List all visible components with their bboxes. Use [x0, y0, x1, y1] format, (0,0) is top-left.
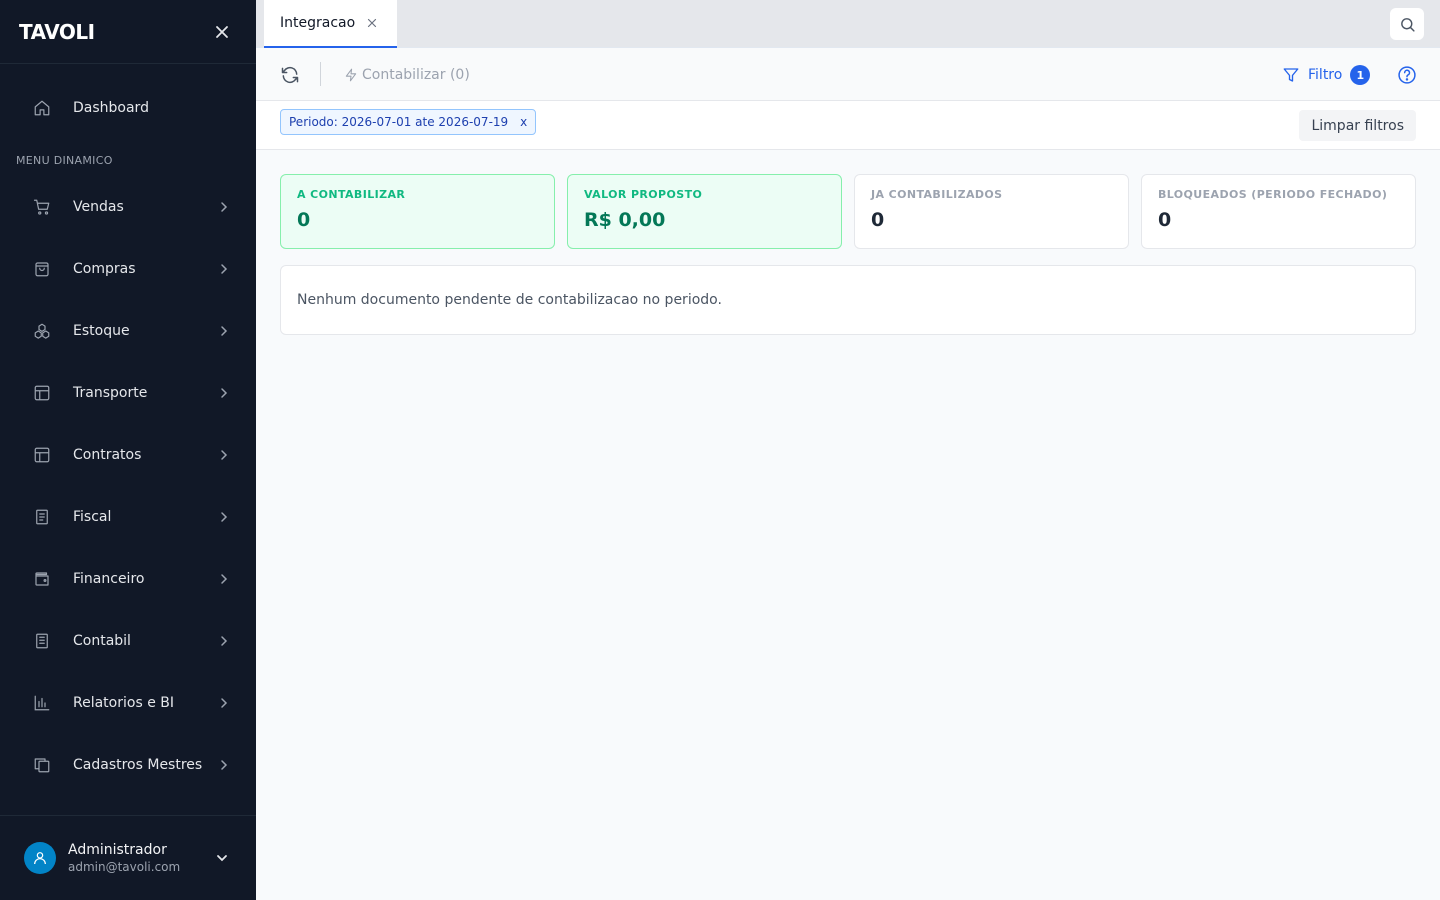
toolbar: Contabilizar (0) Filtro 1 — [256, 48, 1440, 101]
clear-filters-button[interactable]: Limpar filtros — [1299, 110, 1416, 141]
user-info: Administrador admin@tavoli.com — [68, 841, 212, 875]
filter-chip-periodo: Periodo: 2026-07-01 ate 2026-07-19 x — [280, 109, 537, 135]
user-name: Administrador — [68, 842, 167, 858]
cart-icon — [32, 197, 52, 217]
card-value: R$ 0,00 — [584, 209, 666, 231]
filter-chip-remove-button[interactable]: x — [520, 115, 527, 129]
sidebar-item-estoque[interactable]: Estoque — [16, 309, 240, 353]
close-icon — [368, 18, 377, 28]
card-label: A CONTABILIZAR — [297, 188, 406, 201]
help-icon — [1398, 66, 1416, 84]
tab-close-button[interactable] — [365, 16, 379, 30]
sidebar-item-label: Relatorios e BI — [73, 695, 174, 711]
copy-icon — [32, 755, 52, 775]
card-value: 0 — [871, 209, 885, 231]
contabilizar-button[interactable]: Contabilizar (0) — [344, 63, 470, 87]
sidebar-item-compras[interactable]: Compras — [16, 247, 240, 291]
card-value: 0 — [297, 209, 311, 231]
chevron-right-icon — [216, 695, 232, 711]
sidebar-item-relatorios[interactable]: Relatorios e BI — [16, 681, 240, 725]
sidebar-item-label: Financeiro — [73, 571, 145, 587]
receipt-icon — [32, 507, 52, 527]
sidebar-item-label: Contratos — [73, 447, 142, 463]
user-menu-toggle[interactable] — [212, 848, 232, 868]
layout-icon — [32, 383, 52, 403]
avatar — [24, 842, 56, 874]
sidebar-item-transporte[interactable]: Transporte — [16, 371, 240, 415]
card-ja-contabilizados: JA CONTABILIZADOS 0 — [854, 174, 1129, 249]
user-icon — [34, 852, 46, 865]
chevron-right-icon — [216, 323, 232, 339]
card-label: BLOQUEADOS (PERIODO FECHADO) — [1158, 188, 1388, 201]
app-logo: TAVOLI — [19, 19, 95, 44]
chevron-right-icon — [216, 509, 232, 525]
chevron-down-icon — [217, 855, 227, 862]
sidebar-item-cadastros[interactable]: Cadastros Mestres — [16, 743, 240, 787]
chevron-right-icon — [216, 571, 232, 587]
card-bloqueados: BLOQUEADOS (PERIODO FECHADO) 0 — [1141, 174, 1416, 249]
layout-icon — [32, 445, 52, 465]
home-icon — [32, 98, 52, 118]
chevron-right-icon — [216, 447, 232, 463]
sidebar-item-label: Contabil — [73, 633, 131, 649]
filter-button[interactable]: Filtro 1 — [1282, 62, 1371, 88]
sidebar-item-label: Dashboard — [73, 100, 149, 116]
sidebar-item-contabil[interactable]: Contabil — [16, 619, 240, 663]
card-valor-proposto: VALOR PROPOSTO R$ 0,00 — [567, 174, 842, 249]
sidebar: TAVOLI Dashboard MENU DINAMICO Vendas Co… — [0, 0, 256, 900]
sidebar-item-contratos[interactable]: Contratos — [16, 433, 240, 477]
sidebar-item-label: Cadastros Mestres — [73, 757, 203, 773]
active-filters-bar: Periodo: 2026-07-01 ate 2026-07-19 x Lim… — [256, 101, 1440, 150]
sidebar-item-vendas[interactable]: Vendas — [16, 185, 240, 229]
close-icon — [216, 25, 228, 38]
tab-label: Integracao — [280, 15, 356, 31]
user-email: admin@tavoli.com — [68, 860, 181, 874]
chevron-right-icon — [216, 199, 232, 215]
tab-bar: Integracao — [256, 0, 1440, 48]
sidebar-item-dashboard[interactable]: Dashboard — [16, 86, 240, 130]
sidebar-item-label: Vendas — [73, 199, 124, 215]
summary-cards: A CONTABILIZAR 0 VALOR PROPOSTO R$ 0,00 … — [280, 174, 1416, 249]
sidebar-item-fiscal[interactable]: Fiscal — [16, 495, 240, 539]
shopping-bag-icon — [32, 259, 52, 279]
filter-count-badge: 1 — [1350, 65, 1371, 85]
filter-label: Filtro — [1308, 67, 1343, 83]
toolbar-divider — [320, 62, 321, 86]
chevron-right-icon — [216, 757, 232, 773]
sidebar-item-label: Fiscal — [73, 509, 112, 525]
bar-chart-icon — [32, 693, 52, 713]
empty-state-message: Nenhum documento pendente de contabiliza… — [280, 265, 1416, 335]
chevron-right-icon — [216, 633, 232, 649]
wallet-icon — [32, 569, 52, 589]
chevron-right-icon — [216, 261, 232, 277]
sidebar-item-label: Estoque — [73, 323, 130, 339]
sidebar-header: TAVOLI — [0, 0, 256, 64]
global-search-button[interactable] — [1390, 8, 1424, 40]
card-a-contabilizar: A CONTABILIZAR 0 — [280, 174, 555, 249]
help-button[interactable] — [1395, 63, 1419, 87]
sidebar-item-label: Transporte — [73, 385, 148, 401]
refresh-icon — [281, 66, 299, 84]
sidebar-item-label: Compras — [73, 261, 136, 277]
refresh-button[interactable] — [278, 63, 302, 87]
chevron-right-icon — [216, 385, 232, 401]
search-icon — [1400, 17, 1415, 32]
contabilizar-label: Contabilizar (0) — [362, 67, 470, 83]
card-label: VALOR PROPOSTO — [584, 188, 703, 201]
tab-integracao[interactable]: Integracao — [264, 0, 397, 48]
sidebar-item-financeiro[interactable]: Financeiro — [16, 557, 240, 601]
filter-chip-label: Periodo: 2026-07-01 ate 2026-07-19 — [289, 115, 509, 129]
notebook-icon — [32, 631, 52, 651]
card-value: 0 — [1158, 209, 1172, 231]
boxes-icon — [32, 321, 52, 341]
user-panel: Administrador admin@tavoli.com — [0, 815, 256, 900]
filter-icon — [1282, 66, 1300, 84]
lightning-icon — [344, 68, 358, 82]
card-label: JA CONTABILIZADOS — [871, 188, 1003, 201]
menu-section-label: MENU DINAMICO — [16, 154, 113, 167]
close-sidebar-button[interactable] — [208, 18, 236, 46]
main-content: Integracao Contabilizar (0) Filtro 1 Per… — [256, 0, 1440, 900]
